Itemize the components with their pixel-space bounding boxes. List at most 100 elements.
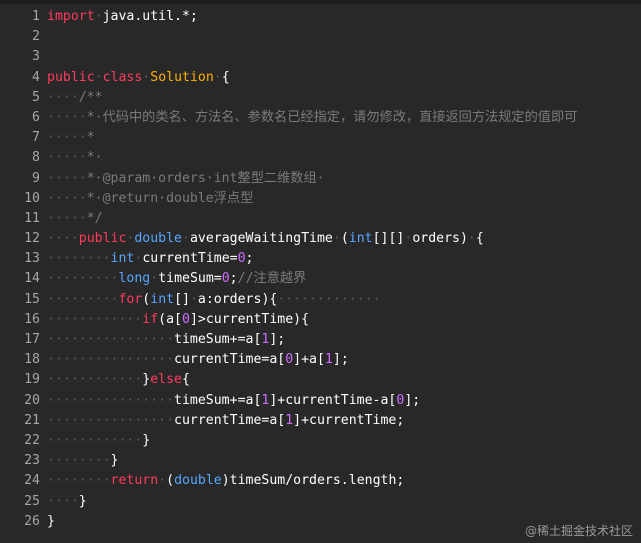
whitespace-marker: · bbox=[213, 69, 222, 85]
line-number: 5 bbox=[32, 89, 40, 105]
watermark: @稀土掘金技术社区 bbox=[524, 524, 633, 538]
code-token: ; bbox=[245, 251, 254, 267]
code-line[interactable]: 2 bbox=[0, 27, 641, 47]
line-number: 4 bbox=[32, 69, 40, 85]
code-token: java.util.*; bbox=[102, 9, 198, 24]
code-token: else bbox=[150, 372, 182, 388]
code-line[interactable]: 22 ············} bbox=[0, 431, 641, 451]
code-token: orders) bbox=[412, 231, 468, 247]
code-text: ·····*·@return·double浮点型 bbox=[47, 189, 253, 209]
whitespace-marker: ················ bbox=[47, 392, 175, 408]
code-line[interactable]: 18 ················currentTime=a[0]+a[1]; bbox=[0, 350, 641, 370]
code-text: ·····*/ bbox=[47, 209, 103, 229]
line-number: 17 bbox=[24, 332, 40, 347]
code-text: ················currentTime=a[1]+current… bbox=[47, 411, 404, 431]
code-token: int bbox=[150, 291, 175, 307]
code-text: ····public·double·averageWaitingTime·(in… bbox=[47, 229, 484, 249]
code-line[interactable]: 16 ············if(a[0]>currentTime){ bbox=[0, 310, 641, 330]
code-token: ]; bbox=[404, 392, 421, 408]
code-line[interactable]: 5 ····/** bbox=[0, 88, 641, 108]
code-line[interactable]: 11 ·····*/ bbox=[0, 209, 641, 229]
line-number: 26 bbox=[24, 513, 40, 529]
code-line[interactable]: 25 ····} bbox=[0, 492, 641, 512]
line-number: 1 bbox=[32, 9, 40, 24]
code-token: long bbox=[118, 271, 151, 287]
code-text: ····/** bbox=[47, 88, 103, 108]
code-line[interactable]: 15 ·········for(int[]·a:orders){·········… bbox=[0, 290, 641, 310]
top-strip bbox=[0, 0, 641, 4]
code-text: ·····* bbox=[47, 128, 95, 148]
code-token: if bbox=[142, 311, 159, 327]
code-line[interactable]: 9 ·····*·@param·orders·int整型二维数组· bbox=[0, 169, 641, 189]
code-token: 0 bbox=[221, 271, 230, 287]
whitespace-marker: ····· bbox=[47, 109, 87, 125]
code-line[interactable]: 14 ·········long·timeSum=0;//注意越界 bbox=[0, 269, 641, 289]
code-text: ················currentTime=a[0]+a[1]; bbox=[47, 350, 349, 370]
code-token: currentTime=a[ bbox=[174, 412, 286, 428]
code-token: double bbox=[134, 231, 182, 247]
code-text: ················timeSum+=a[1]; bbox=[47, 330, 285, 350]
code-line[interactable]: 8 ·····*· bbox=[0, 148, 641, 168]
code-line[interactable]: 3 bbox=[0, 47, 641, 67]
code-line[interactable]: 12 ····public·double·averageWaitingTime·(… bbox=[0, 229, 641, 249]
code-text: ····} bbox=[47, 492, 87, 512]
code-line[interactable]: 24 ········return·(double)timeSum/orders.… bbox=[0, 471, 641, 491]
code-line[interactable]: 21 ················currentTime=a[1]+curre… bbox=[0, 411, 641, 431]
code-text: import·java.util.*; bbox=[47, 7, 198, 27]
code-token: *· bbox=[86, 150, 103, 166]
code-text: ·····*·@param·orders·int整型二维数组· bbox=[47, 169, 325, 189]
code-line[interactable]: 1 import·java.util.*; bbox=[0, 7, 641, 27]
code-token: { bbox=[475, 231, 484, 247]
code-token: } bbox=[78, 493, 87, 509]
line-number: 25 bbox=[24, 493, 40, 509]
code-line[interactable]: 23 ········} bbox=[0, 451, 641, 471]
code-text: ············} bbox=[47, 431, 150, 451]
whitespace-marker: ····· bbox=[47, 130, 87, 146]
code-token: *·代码中的类名、方法名、参数名已经指定，请勿修改，直接返回方法规定的值即可 bbox=[86, 109, 578, 125]
code-token: } bbox=[47, 513, 55, 529]
code-token: [] bbox=[174, 291, 190, 307]
code-text: ·····*· bbox=[47, 148, 103, 168]
whitespace-marker: ···· bbox=[47, 493, 79, 509]
whitespace-marker: ···· bbox=[47, 89, 79, 105]
code-line[interactable]: 20 ················timeSum+=a[1]+currentT… bbox=[0, 391, 641, 411]
code-token: [][] bbox=[372, 231, 405, 247]
code-token: public bbox=[78, 231, 127, 247]
code-line[interactable]: 17 ················timeSum+=a[1]; bbox=[0, 330, 641, 350]
code-text: ·········long·timeSum=0;//注意越界 bbox=[47, 269, 306, 289]
line-number: 22 bbox=[24, 432, 40, 448]
line-number: 15 bbox=[24, 291, 40, 307]
code-line[interactable]: 19 ············}else{ bbox=[0, 370, 641, 390]
code-line[interactable]: 13 ········int·currentTime=0; bbox=[0, 249, 641, 269]
whitespace-marker: ········· bbox=[47, 291, 119, 307]
whitespace-marker: · bbox=[94, 9, 103, 24]
code-editor[interactable]: 1 import·java.util.*; 2 3 4 public·class·Solu… bbox=[0, 7, 641, 532]
code-token: double bbox=[174, 473, 222, 489]
code-token: currentTime=a[ bbox=[174, 352, 286, 368]
code-token: timeSum= bbox=[158, 271, 222, 287]
code-line[interactable]: 7 ·····* bbox=[0, 128, 641, 148]
line-number: 18 bbox=[24, 352, 40, 368]
code-token: return bbox=[110, 473, 159, 489]
code-line[interactable]: 6 ·····*·代码中的类名、方法名、参数名已经指定，请勿修改，直接返回方法规定… bbox=[0, 108, 641, 128]
code-token: *·@param·orders·int整型二维数组· bbox=[86, 170, 325, 186]
whitespace-marker: ················ bbox=[47, 352, 175, 368]
line-number: 23 bbox=[24, 453, 40, 469]
code-text: ········return·(double)timeSum/orders.le… bbox=[47, 471, 404, 491]
code-token: 0 bbox=[285, 352, 294, 368]
line-number: 16 bbox=[24, 311, 40, 327]
code-token: averageWaitingTime bbox=[189, 231, 333, 247]
line-number: 19 bbox=[24, 372, 40, 388]
whitespace-marker: ············ bbox=[47, 311, 143, 327]
line-number: 6 bbox=[32, 109, 40, 125]
code-token: ]>currentTime){ bbox=[189, 311, 310, 327]
code-token: 0 bbox=[182, 311, 190, 327]
code-token: timeSum+=a[ bbox=[174, 392, 262, 408]
code-text: ············if(a[0]>currentTime){ bbox=[47, 310, 309, 330]
whitespace-marker: ···· bbox=[47, 231, 79, 247]
line-number: 8 bbox=[32, 150, 40, 166]
whitespace-marker: ············· bbox=[277, 291, 381, 307]
code-line[interactable]: 10 ·····*·@return·double浮点型 bbox=[0, 189, 641, 209]
code-line[interactable]: 4 public·class·Solution·{ bbox=[0, 68, 641, 88]
code-text: public·class·Solution·{ bbox=[47, 68, 230, 88]
